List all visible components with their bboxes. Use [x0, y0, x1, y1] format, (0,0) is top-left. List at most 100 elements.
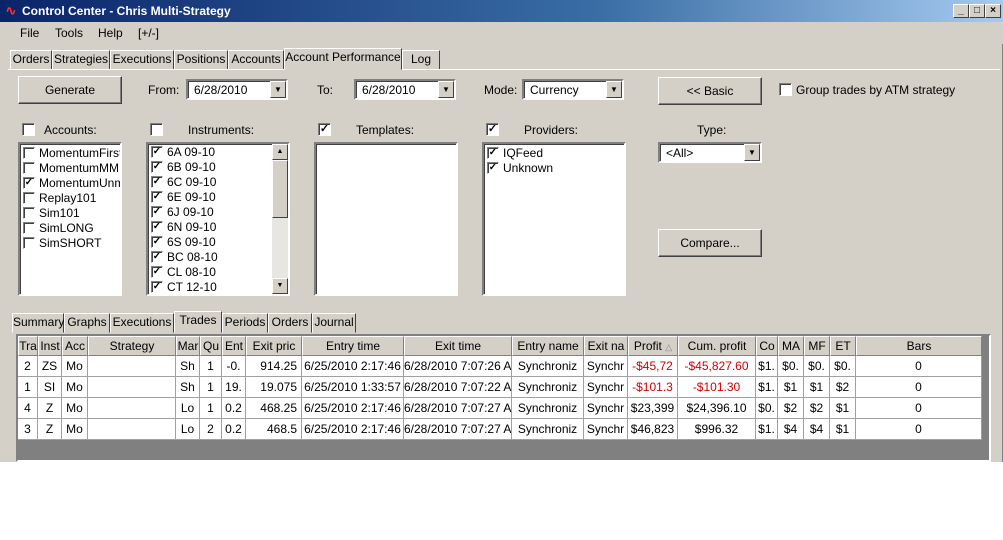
table-cell[interactable]: 6/25/2010 2:17:46 — [302, 419, 404, 440]
list-item[interactable]: ✓ CL 08-10 — [151, 265, 216, 280]
list-item[interactable]: ✓ 6N 09-10 — [151, 220, 216, 235]
table-cell[interactable]: Lo — [176, 419, 200, 440]
table-cell[interactable]: $2 — [778, 398, 804, 419]
table-cell[interactable]: $1 — [804, 377, 830, 398]
col-profit-header[interactable]: Profit △ — [628, 336, 678, 356]
table-cell[interactable]: $46,823 — [628, 419, 678, 440]
table-cell[interactable]: $0. — [804, 356, 830, 377]
table-cell[interactable]: -$45,72 — [628, 356, 678, 377]
table-cell[interactable]: 2 — [18, 356, 38, 377]
list-item[interactable]: MomentumFirst — [23, 146, 120, 161]
checkbox[interactable]: ✓ — [151, 280, 163, 293]
list-item[interactable]: ✓ 6C 09-10 — [151, 175, 216, 190]
checkbox[interactable]: ✓ — [151, 145, 163, 158]
table-cell[interactable]: Synchr — [584, 377, 628, 398]
scroll-down-icon[interactable]: ▼ — [272, 278, 288, 294]
checkbox[interactable]: ✓ — [151, 220, 163, 233]
col-exit-time-header[interactable]: Exit time — [404, 336, 512, 356]
accounts-list[interactable]: MomentumFirst MomentumMM ✓MomentumUnmar … — [18, 142, 122, 296]
table-cell[interactable]: 0 — [856, 356, 982, 377]
table-cell[interactable]: Z — [38, 419, 62, 440]
tab-positions[interactable]: Positions — [174, 50, 228, 70]
table-cell[interactable]: 1 — [18, 377, 38, 398]
table-cell[interactable]: 19.075 — [246, 377, 302, 398]
table-cell[interactable] — [88, 377, 176, 398]
accounts-select-all-checkbox[interactable] — [22, 123, 35, 136]
tab-journal[interactable]: Journal — [312, 313, 356, 333]
table-cell[interactable]: 6/28/2010 7:07:22 A — [404, 377, 512, 398]
menu-tools[interactable]: Tools — [55, 26, 83, 40]
table-cell[interactable]: Synchr — [584, 419, 628, 440]
table-cell[interactable]: Z — [38, 398, 62, 419]
table-cell[interactable]: $1 — [778, 377, 804, 398]
table-cell[interactable]: $0. — [830, 356, 856, 377]
tab-orders-sub[interactable]: Orders — [268, 313, 312, 333]
generate-button[interactable]: Generate — [18, 76, 122, 104]
checkbox[interactable]: ✓ — [23, 176, 35, 189]
table-cell[interactable]: $4 — [778, 419, 804, 440]
checkbox[interactable]: ✓ — [151, 205, 163, 218]
table-cell[interactable]: 1 — [200, 377, 222, 398]
compare-button[interactable]: Compare... — [658, 229, 762, 257]
table-cell[interactable]: Mo — [62, 398, 88, 419]
checkbox[interactable]: ✓ — [151, 265, 163, 278]
list-item[interactable]: ✓ 6S 09-10 — [151, 235, 216, 250]
list-item[interactable]: ✓ 6A 09-10 — [151, 145, 215, 160]
checkbox[interactable]: ✓ — [487, 161, 499, 174]
scroll-thumb[interactable] — [272, 160, 288, 218]
table-cell[interactable]: 6/25/2010 2:17:46 — [302, 398, 404, 419]
col-etd-header[interactable]: ET — [830, 336, 856, 356]
col-entry-time-header[interactable]: Entry time — [302, 336, 404, 356]
col-cum-profit-header[interactable]: Cum. profit — [678, 336, 756, 356]
col-commission-header[interactable]: Co — [756, 336, 778, 356]
col-market-pos-header[interactable]: Mar — [176, 336, 200, 356]
table-cell[interactable]: 2 — [200, 419, 222, 440]
col-entry-price-header[interactable]: Ent — [222, 336, 246, 356]
checkbox[interactable] — [23, 146, 35, 159]
providers-select-all-checkbox[interactable]: ✓ — [486, 123, 499, 136]
list-item[interactable]: ✓ CT 12-10 — [151, 280, 217, 294]
close-button[interactable]: × — [985, 4, 1001, 18]
table-cell[interactable]: $2 — [804, 398, 830, 419]
basic-toggle-button[interactable]: << Basic — [658, 77, 762, 105]
table-cell[interactable]: -$45,827.60 — [678, 356, 756, 377]
to-date-picker[interactable]: 6/28/2010 ▼ — [354, 79, 456, 100]
list-item[interactable]: Sim101 — [23, 206, 80, 221]
tab-executions[interactable]: Executions — [110, 50, 174, 70]
dropdown-arrow-icon[interactable]: ▼ — [606, 81, 622, 98]
list-item[interactable]: SimSHORT — [23, 236, 101, 251]
table-cell[interactable]: 6/25/2010 1:33:57 — [302, 377, 404, 398]
templates-list[interactable] — [314, 142, 458, 296]
list-item[interactable]: ✓ MomentumUnmar — [23, 176, 120, 191]
table-cell[interactable]: Mo — [62, 419, 88, 440]
menu-help[interactable]: Help — [98, 26, 123, 40]
table-cell[interactable]: 468.25 — [246, 398, 302, 419]
table-cell[interactable]: ZS — [38, 356, 62, 377]
table-cell[interactable]: -0. — [222, 356, 246, 377]
table-cell[interactable]: $23,399 — [628, 398, 678, 419]
checkbox[interactable] — [23, 206, 35, 219]
col-mfe-header[interactable]: MF — [804, 336, 830, 356]
instruments-list[interactable]: ✓ 6A 09-10 ✓ 6B 09-10 ✓ 6C 09-10 ✓ 6E 09-10 … — [146, 142, 290, 296]
checkbox[interactable]: ✓ — [151, 160, 163, 173]
type-select[interactable]: <All> ▼ — [658, 142, 762, 163]
col-exit-name-header[interactable]: Exit na — [584, 336, 628, 356]
table-cell[interactable]: $4 — [804, 419, 830, 440]
table-cell[interactable]: $1. — [756, 419, 778, 440]
tab-log[interactable]: Log — [402, 50, 440, 70]
table-cell[interactable]: Mo — [62, 377, 88, 398]
dropdown-arrow-icon[interactable]: ▼ — [744, 144, 760, 161]
list-item[interactable]: Replay101 — [23, 191, 96, 206]
tab-account-performance[interactable]: Account Performance — [284, 48, 402, 70]
dropdown-arrow-icon[interactable]: ▼ — [438, 81, 454, 98]
table-cell[interactable]: $2 — [830, 377, 856, 398]
col-entry-name-header[interactable]: Entry name — [512, 336, 584, 356]
tab-orders[interactable]: Orders — [10, 50, 52, 70]
checkbox[interactable] — [23, 236, 35, 249]
table-cell[interactable]: $1 — [830, 398, 856, 419]
table-cell[interactable]: Sh — [176, 377, 200, 398]
col-account-header[interactable]: Acc — [62, 336, 88, 356]
table-cell[interactable]: Sh — [176, 356, 200, 377]
table-cell[interactable]: Synchr — [584, 398, 628, 419]
providers-list[interactable]: ✓ IQFeed ✓ Unknown — [482, 142, 626, 296]
